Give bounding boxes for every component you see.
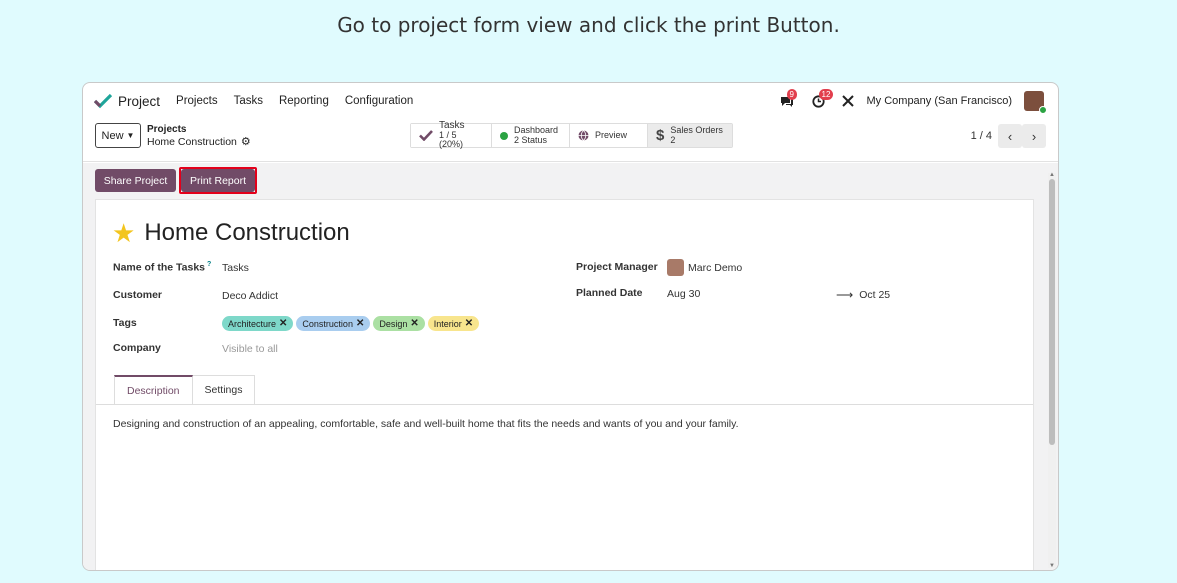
breadcrumb-parent[interactable]: Projects [147, 124, 251, 136]
notebook-tabs: Description Settings [114, 375, 256, 404]
tabs-divider [96, 404, 1033, 405]
caret-down-icon: ▼ [126, 131, 135, 140]
top-navbar: Project Projects Tasks Reporting Configu… [83, 83, 1058, 119]
company-label: Company [113, 342, 161, 354]
tag-interior[interactable]: Interior ✕ [427, 316, 480, 331]
activities-badge: 12 [818, 89, 834, 100]
remove-tag-icon[interactable]: ✕ [410, 318, 418, 329]
customer-label: Customer [113, 289, 163, 301]
globe-icon [578, 130, 589, 141]
tag-design[interactable]: Design ✕ [373, 316, 425, 331]
print-report-button[interactable]: Print Report [181, 169, 255, 192]
planned-date-start[interactable]: Aug 30 [667, 288, 700, 300]
pager-value[interactable]: 1 / 4 [971, 130, 992, 142]
menu-tasks[interactable]: Tasks [234, 95, 263, 107]
planned-date-label: Planned Date [576, 287, 643, 299]
form-sheet: ★ Home Construction Name of the Tasks? T… [95, 199, 1034, 570]
tags-label: Tags [113, 317, 137, 329]
manager-avatar [667, 259, 684, 276]
company-value[interactable]: Visible to all [222, 343, 278, 355]
sales-orders-value: 2 [670, 134, 676, 145]
project-manager-label: Project Manager [576, 261, 658, 273]
activities-button[interactable]: 12 [809, 89, 834, 111]
arrow-right-icon: ⟶ [836, 288, 854, 302]
chevron-left-icon[interactable]: ‹ [998, 124, 1022, 148]
form-content: Share Project Print Report ★ Home Constr… [83, 163, 1058, 570]
navbar-systray: 9 12 My Company (San Francisco) [777, 83, 1047, 119]
dashboard-value: 2 Status [514, 134, 548, 145]
smart-buttons: Tasks 1 / 5 (20%) Dashboard 2 Status Pre… [410, 121, 733, 150]
checkmark-logo-icon [94, 93, 112, 109]
tab-settings[interactable]: Settings [192, 375, 256, 404]
gear-icon[interactable]: ⚙ [241, 136, 251, 148]
tags-field[interactable]: Architecture ✕ Construction ✕ Design ✕ Inte… [222, 316, 482, 331]
online-status-dot [1039, 106, 1047, 114]
pager: 1 / 4 ‹ › [971, 124, 1046, 148]
preview-label: Preview [595, 129, 628, 140]
app-name: Project [118, 93, 161, 109]
chevron-right-icon[interactable]: › [1022, 124, 1046, 148]
vertical-scrollbar[interactable]: ▲ ▼ [1048, 172, 1056, 569]
new-button[interactable]: New ▼ [95, 123, 141, 148]
status-dot-icon [500, 131, 508, 140]
planned-date-end[interactable]: ⟶ Oct 25 [836, 288, 890, 302]
messages-badge: 9 [786, 89, 797, 100]
sales-orders-smart-button[interactable]: $ Sales Orders 2 [648, 124, 732, 147]
project-manager-value[interactable]: Marc Demo [667, 259, 742, 276]
share-project-button[interactable]: Share Project [95, 169, 176, 192]
project-title-row: ★ Home Construction [112, 219, 350, 247]
menu-reporting[interactable]: Reporting [279, 95, 329, 107]
company-switcher[interactable]: My Company (San Francisco) [867, 95, 1013, 107]
remove-tag-icon[interactable]: ✕ [465, 318, 473, 329]
user-avatar[interactable] [1024, 91, 1047, 114]
scroll-thumb[interactable] [1049, 179, 1055, 445]
task-name-label: Name of the Tasks? [113, 261, 212, 274]
menu-projects[interactable]: Projects [176, 95, 218, 107]
sales-orders-label: Sales Orders [670, 125, 723, 135]
scroll-up-icon[interactable]: ▲ [1049, 172, 1055, 178]
customer-value[interactable]: Deco Addict [222, 290, 278, 302]
new-button-label: New [101, 129, 124, 142]
app-window: Project Projects Tasks Reporting Configu… [82, 82, 1059, 571]
tasks-smart-button[interactable]: Tasks 1 / 5 (20%) [411, 121, 492, 150]
tools-icon[interactable] [841, 94, 855, 108]
app-logo[interactable]: Project [94, 93, 160, 109]
help-icon[interactable]: ? [207, 261, 211, 268]
menu-configuration[interactable]: Configuration [345, 95, 413, 107]
remove-tag-icon[interactable]: ✕ [279, 318, 287, 329]
tag-architecture[interactable]: Architecture ✕ [222, 316, 294, 331]
messages-button[interactable]: 9 [777, 89, 797, 111]
breadcrumb-current: Home Construction [147, 136, 237, 148]
description-text[interactable]: Designing and construction of an appeali… [113, 418, 739, 430]
tasks-value: 1 / 5 (20%) [439, 129, 464, 150]
control-panel: New ▼ Projects Home Construction ⚙ Tasks… [83, 119, 1058, 162]
dollar-icon: $ [656, 126, 665, 144]
instruction-caption: Go to project form view and click the pr… [337, 13, 840, 37]
task-name-value[interactable]: Tasks [222, 262, 249, 274]
project-title[interactable]: Home Construction [144, 219, 349, 247]
breadcrumb: Projects Home Construction ⚙ [147, 124, 251, 148]
tab-description[interactable]: Description [114, 375, 193, 404]
check-icon [419, 130, 433, 141]
preview-smart-button[interactable]: Preview [570, 124, 648, 147]
scroll-down-icon[interactable]: ▼ [1049, 563, 1055, 569]
star-icon[interactable]: ★ [112, 220, 135, 246]
tag-construction[interactable]: Construction ✕ [296, 316, 371, 331]
remove-tag-icon[interactable]: ✕ [356, 318, 364, 329]
dashboard-smart-button[interactable]: Dashboard 2 Status [492, 124, 570, 147]
